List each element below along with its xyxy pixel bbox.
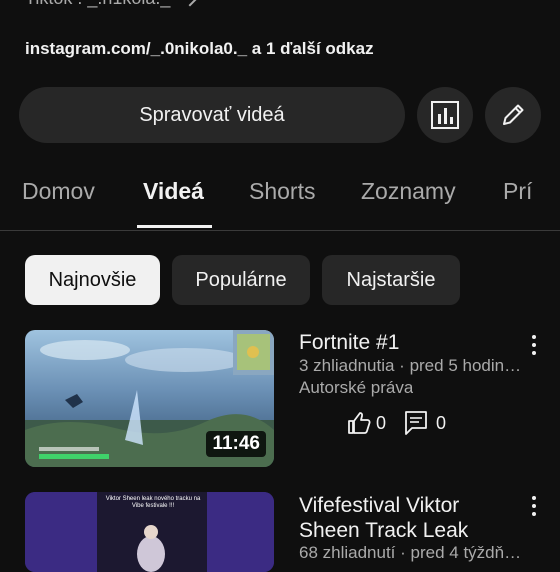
likes-count: 0 xyxy=(376,412,387,433)
filter-oldest[interactable]: Najstaršie xyxy=(322,255,460,305)
tab-home[interactable]: Domov xyxy=(22,178,95,205)
tab-more[interactable]: Prí xyxy=(503,178,532,205)
comments-stat: 0 xyxy=(404,410,446,436)
copyright-label: Autorské práva xyxy=(299,378,414,397)
tab-shorts[interactable]: Shorts xyxy=(249,178,315,205)
manage-videos-button[interactable]: Spravovať videá xyxy=(19,87,405,143)
edit-button[interactable] xyxy=(485,87,541,143)
more-options-icon-2[interactable] xyxy=(532,496,538,520)
chevron-right-icon xyxy=(181,0,199,7)
video-title-2-line2[interactable]: Sheen Track Leak xyxy=(299,518,468,543)
video-duration: 11:46 xyxy=(206,431,266,457)
filter-popular-label: Populárne xyxy=(195,268,287,291)
analytics-button[interactable] xyxy=(417,87,473,143)
pencil-icon xyxy=(503,104,524,125)
active-tab-indicator xyxy=(137,225,212,228)
video-thumbnail-2[interactable]: Viktor Sheen leak nového tracku na Vibe … xyxy=(25,492,274,572)
tiktok-link[interactable]: Tiktok : _.n1kola._ xyxy=(25,0,199,9)
tiktok-link-text: Tiktok : _.n1kola._ xyxy=(25,0,170,8)
tabs-divider xyxy=(0,230,560,231)
filter-newest-label: Najnovšie xyxy=(48,268,137,291)
video-thumbnail[interactable]: 11:46 xyxy=(25,330,274,467)
channel-tabs: Domov Videá Shorts Zoznamy Prí xyxy=(0,164,560,230)
tab-playlists[interactable]: Zoznamy xyxy=(361,178,456,205)
bar-chart-icon xyxy=(431,101,459,129)
comments-count: 0 xyxy=(436,412,447,433)
likes-stat: 0 xyxy=(346,410,386,436)
video-meta: 3 zhliadnutia · pred 5 hodin… xyxy=(299,356,522,375)
comment-icon xyxy=(405,411,427,435)
more-options-icon[interactable] xyxy=(532,335,538,359)
video-title[interactable]: Fortnite #1 xyxy=(299,330,399,355)
channel-links[interactable]: instagram.com/_.0nikola0._ a 1 ďalší odk… xyxy=(25,39,374,59)
video-title-2-line1[interactable]: Vifefestival Viktor xyxy=(299,493,459,518)
thumbs-up-icon xyxy=(348,412,371,434)
filter-popular[interactable]: Populárne xyxy=(172,255,310,305)
tab-videos[interactable]: Videá xyxy=(143,178,204,205)
manage-videos-label: Spravovať videá xyxy=(139,103,285,126)
filter-oldest-label: Najstaršie xyxy=(346,268,436,291)
video-meta-2: 68 zhliadnutí · pred 4 týždň… xyxy=(299,543,522,562)
thumbnail-caption: Viktor Sheen leak nového tracku na Vibe … xyxy=(105,496,201,509)
filter-newest[interactable]: Najnovšie xyxy=(25,255,160,305)
